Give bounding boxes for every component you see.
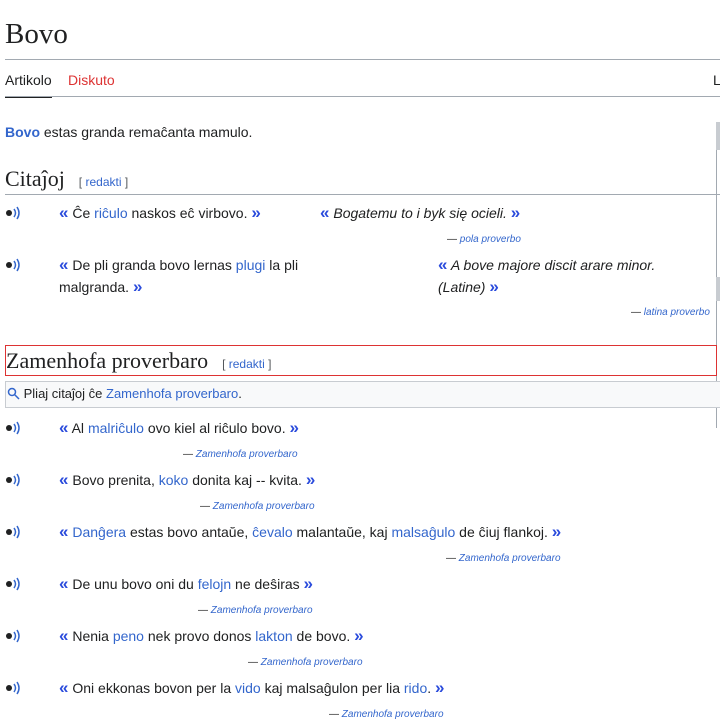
section-citajoj: Citaĵoj [ redakti ] — [5, 166, 128, 192]
search-icon — [7, 387, 20, 400]
quote-2: « De pli granda bovo lernas plugi la pli… — [59, 255, 299, 296]
speaker-icon[interactable] — [5, 473, 23, 487]
section-divider — [5, 194, 720, 195]
source-link[interactable]: Zamenhofa proverbaro — [459, 553, 561, 564]
section-zamenhofa: Zamenhofa proverbaro [ redakti ] — [6, 348, 271, 374]
proverb-link[interactable]: ĉevalo — [252, 524, 292, 540]
see-also-link[interactable]: Zamenhofa proverbaro — [106, 386, 238, 401]
edit-link[interactable]: redakti — [85, 175, 121, 189]
proverb-2-source: — Zamenhofa proverbaro — [200, 501, 315, 512]
edit-section: [ redakti ] — [222, 357, 272, 371]
page-title: Bovo — [5, 18, 68, 50]
section-heading: Zamenhofa proverbaro — [6, 348, 209, 373]
proverb-3: « Danĝera estas bovo antaŭe, ĉevalo mala… — [59, 522, 562, 541]
proverb-2: « Bovo prenita, koko donita kaj -- kvita… — [59, 470, 316, 489]
proverb-6-source: — Zamenhofa proverbaro — [329, 709, 444, 720]
proverb-link[interactable]: peno — [113, 628, 144, 644]
proverb-link[interactable]: lakton — [255, 628, 292, 644]
proverb-link[interactable]: malriĉulo — [88, 420, 144, 436]
quote-2-source: — latina proverbo — [631, 307, 710, 318]
speaker-icon[interactable] — [5, 629, 23, 643]
proverb-3-source: — Zamenhofa proverbaro — [446, 553, 561, 564]
proverb-link[interactable]: rido — [404, 680, 427, 696]
proverb-link[interactable]: koko — [159, 472, 189, 488]
source-link[interactable]: pola proverbo — [460, 234, 521, 245]
source-link[interactable]: Zamenhofa proverbaro — [342, 709, 444, 720]
proverb-link[interactable]: vido — [235, 680, 261, 696]
proverb-4-source: — Zamenhofa proverbaro — [198, 605, 313, 616]
source-link[interactable]: Zamenhofa proverbaro — [196, 449, 298, 460]
quote-1-source: — pola proverbo — [447, 234, 521, 245]
section-heading: Citaĵoj — [5, 166, 65, 191]
speaker-icon[interactable] — [5, 681, 23, 695]
tab-article[interactable]: Artikolo — [5, 72, 52, 98]
sidebar-edge — [716, 122, 720, 150]
proverb-link[interactable]: malsaĝulo — [391, 524, 455, 540]
intro-term-link[interactable]: Bovo — [5, 124, 40, 140]
speaker-icon[interactable] — [5, 525, 23, 539]
source-link[interactable]: Zamenhofa proverbaro — [261, 657, 363, 668]
quote-1-translation: « Bogatemu to i byk się ocieli. » — [320, 203, 521, 222]
tab-discussion[interactable]: Diskuto — [68, 72, 115, 88]
proverb-5-source: — Zamenhofa proverbaro — [248, 657, 363, 668]
title-divider — [5, 59, 720, 60]
proverb-link[interactable]: Danĝera — [72, 524, 126, 540]
speaker-icon[interactable] — [5, 421, 23, 435]
sidebar-edge-2 — [716, 277, 720, 301]
tab-read[interactable]: L — [713, 72, 720, 88]
edit-section: [ redakti ] — [78, 175, 129, 189]
proverb-4: « De unu bovo oni du felojn ne deŝiras » — [59, 574, 313, 593]
proverb-link[interactable]: felojn — [198, 576, 231, 592]
quote-link[interactable]: plugi — [236, 257, 266, 273]
proverb-1-source: — Zamenhofa proverbaro — [183, 449, 298, 460]
quote-link[interactable]: riĉulo — [94, 205, 127, 221]
intro-text: estas granda remaĉanta mamulo. — [40, 124, 253, 140]
speaker-icon[interactable] — [5, 577, 23, 591]
proverb-1: « Al malriĉulo ovo kiel al riĉulo bovo. … — [59, 418, 299, 437]
quote-2-translation: « A bove majore discit arare minor. (Lat… — [438, 255, 656, 296]
speaker-icon[interactable] — [5, 206, 23, 220]
edit-link[interactable]: redakti — [229, 357, 265, 371]
proverb-6: « Oni ekkonas bovon per la vido kaj mals… — [59, 678, 445, 697]
source-link[interactable]: Zamenhofa proverbaro — [213, 501, 315, 512]
proverb-5: « Nenia peno nek provo donos lakton de b… — [59, 626, 364, 645]
speaker-icon[interactable] — [5, 258, 23, 272]
see-also-text: Pliaj citaĵoj ĉe Zamenhofa proverbaro. — [7, 386, 242, 401]
source-link[interactable]: latina proverbo — [644, 307, 710, 318]
intro-paragraph: Bovo estas granda remaĉanta mamulo. — [5, 121, 252, 143]
tabs-divider — [5, 96, 720, 97]
source-link[interactable]: Zamenhofa proverbaro — [211, 605, 313, 616]
quote-1: « Ĉe riĉulo naskos eĉ virbovo. » — [59, 203, 261, 222]
